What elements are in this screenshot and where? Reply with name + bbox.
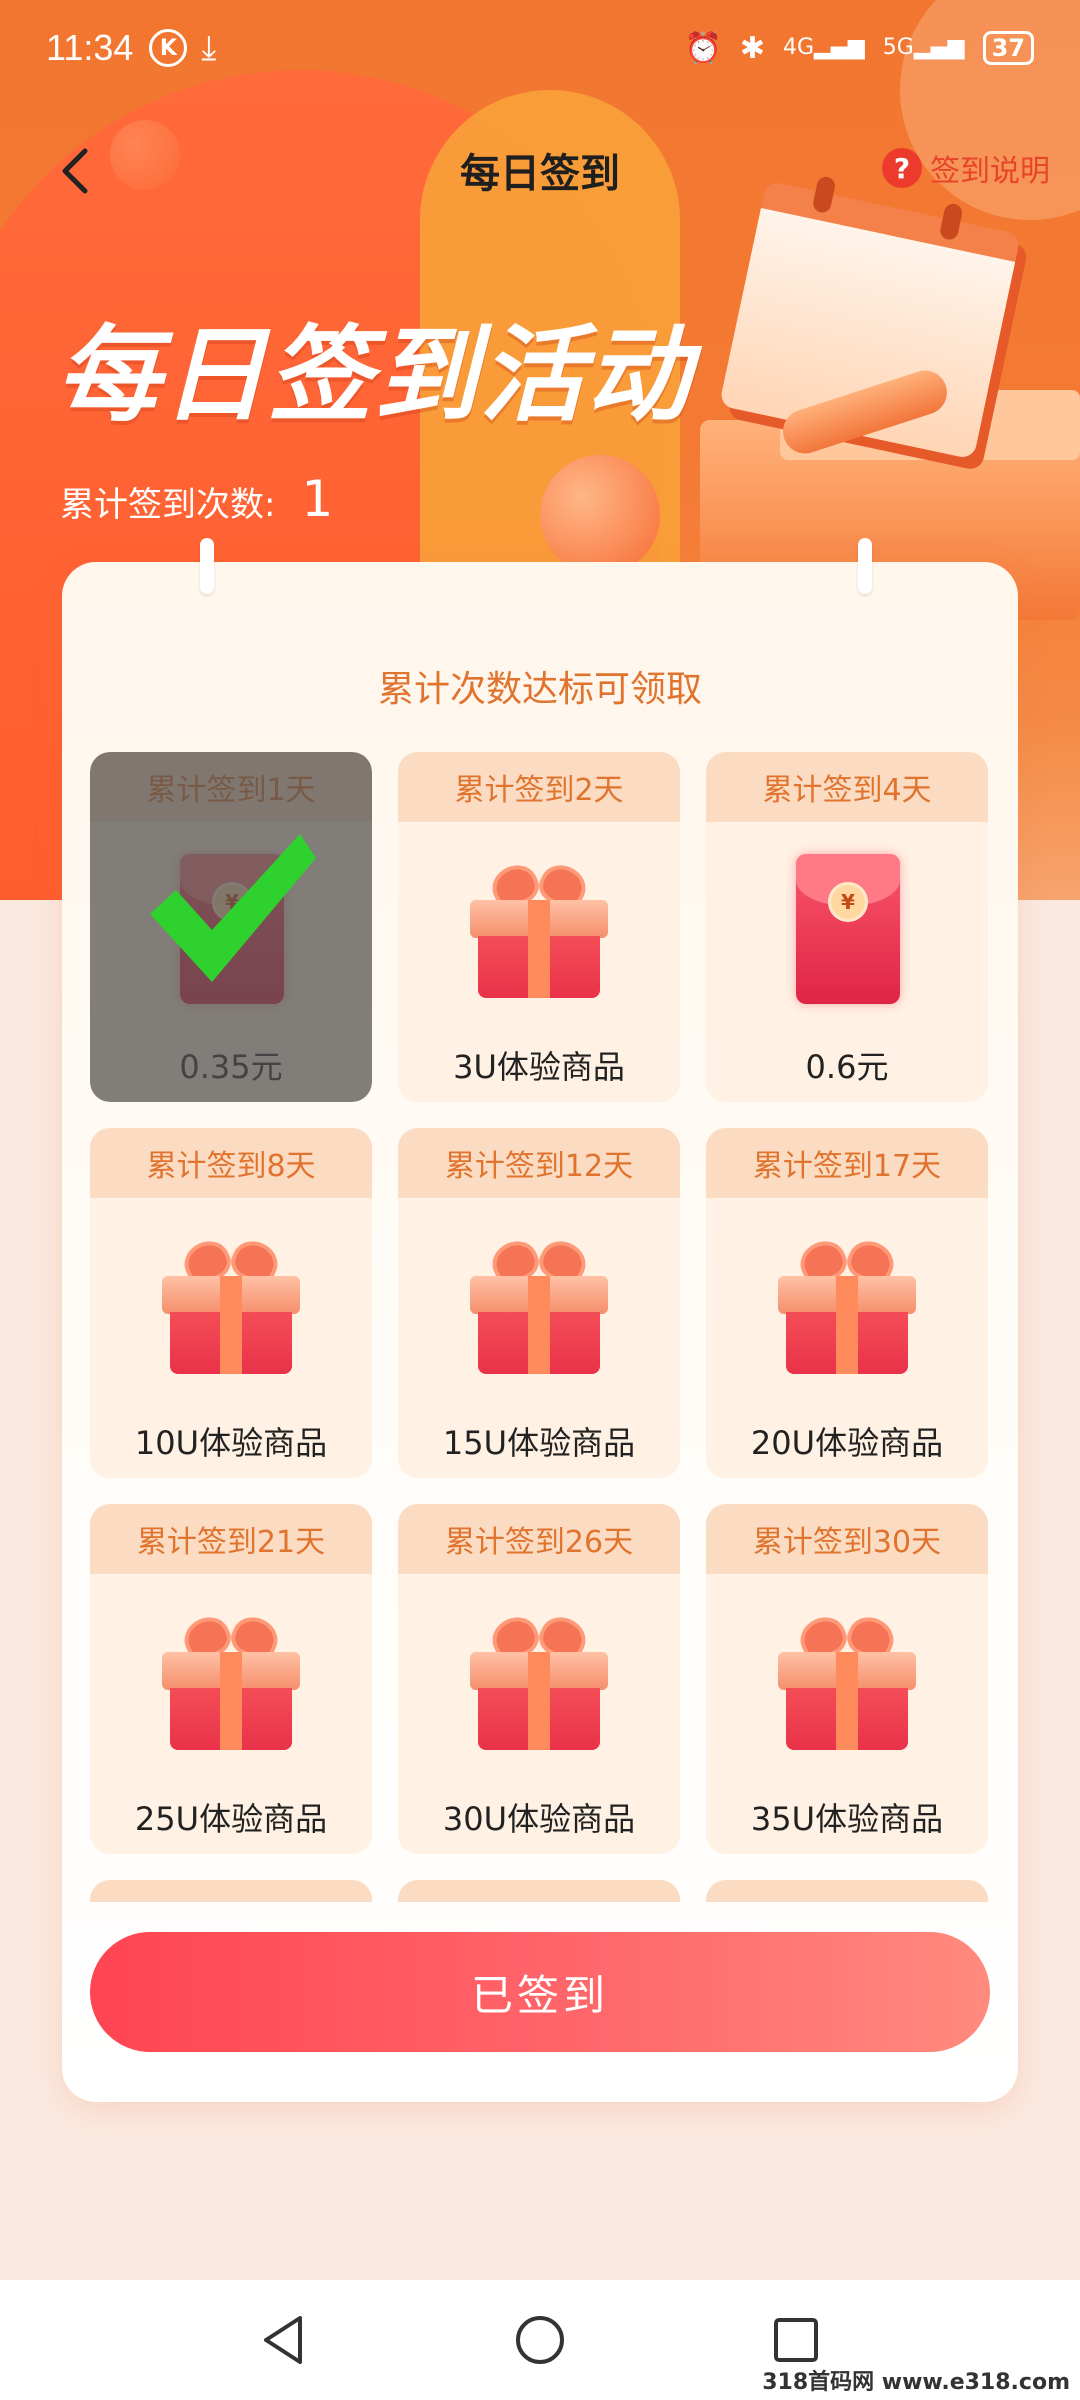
reward-day-label: 累计签到4天: [706, 752, 988, 822]
bluetooth-icon: ✱: [739, 30, 765, 66]
gift-box-icon: [772, 1224, 922, 1374]
rules-link[interactable]: ? 签到说明: [882, 146, 1050, 190]
rewards-grid: 累计签到1天¥0.35元累计签到2天3U体验商品累计签到4天¥0.6元累计签到8…: [90, 752, 990, 1902]
reward-tile[interactable]: 累计签到17天 20U体验商品: [706, 1128, 988, 1478]
total-checkin-count: 1: [301, 470, 334, 528]
reward-tile[interactable]: 累计签到1天¥0.35元: [90, 752, 372, 1102]
status-bar: 11:34 K ⤓ ⏰ ✱ 4G▂▄▆ 5G▂▄▆ 37: [0, 0, 1080, 96]
reward-tile[interactable]: 累计签到40天: [398, 1880, 680, 1902]
reward-day-label: 累计签到30天: [706, 1504, 988, 1574]
reward-label: 15U体验商品: [442, 1424, 636, 1462]
gift-box-icon: [156, 1600, 306, 1750]
status-time: 11:34: [46, 27, 134, 68]
status-right-group: ⏰ ✱ 4G▂▄▆ 5G▂▄▆ 37: [684, 31, 1034, 66]
back-button[interactable]: [40, 136, 110, 206]
reward-tile[interactable]: 累计签到50天: [706, 1880, 988, 1902]
gift-box-icon: [464, 1224, 614, 1374]
back-triangle-icon[interactable]: [256, 2312, 312, 2368]
reward-day-label: 累计签到8天: [90, 1128, 372, 1198]
hero-bubble-decoration: [540, 455, 660, 575]
reward-day-label: 累计签到26天: [398, 1504, 680, 1574]
card-pin: [200, 538, 214, 594]
watermark: 318首码网 www.e318.com: [762, 2364, 1070, 2396]
reward-label: 3U体验商品: [453, 1048, 625, 1086]
card-pin: [858, 538, 872, 594]
reward-day-label: 累计签到35天: [90, 1880, 372, 1902]
reward-day-label: 累计签到12天: [398, 1128, 680, 1198]
reward-tile[interactable]: 累计签到35天: [90, 1880, 372, 1902]
reward-label: 20U体验商品: [750, 1424, 944, 1462]
battery-icon: 37: [982, 31, 1034, 65]
checkmark-icon: [150, 834, 316, 982]
total-checkin-label: 累计签到次数:: [60, 485, 276, 525]
signal-4g-icon: 4G▂▄▆: [782, 35, 865, 60]
reward-label: 25U体验商品: [134, 1800, 328, 1838]
reward-tile[interactable]: 累计签到26天 30U体验商品: [398, 1504, 680, 1854]
signed-in-button[interactable]: 已签到: [90, 1932, 990, 2052]
card-subtitle: 累计次数达标可领取: [377, 669, 702, 710]
reward-body: ¥0.6元: [706, 822, 988, 1102]
reward-day-label: 累计签到17天: [706, 1128, 988, 1198]
reward-tile[interactable]: 累计签到30天 35U体验商品: [706, 1504, 988, 1854]
reward-label: 35U体验商品: [750, 1800, 944, 1838]
signal-5g-icon: 5G▂▄▆: [882, 35, 965, 60]
reward-tile[interactable]: 累计签到2天 3U体验商品: [398, 752, 680, 1102]
reward-tile[interactable]: 累计签到21天 25U体验商品: [90, 1504, 372, 1854]
reward-label: 0.6元: [805, 1048, 889, 1086]
reward-body: 15U体验商品: [398, 1198, 680, 1478]
red-envelope-icon: ¥: [796, 854, 900, 1004]
reward-tile[interactable]: 累计签到4天 ¥0.6元: [706, 752, 988, 1102]
download-icon: ⤓: [201, 28, 217, 68]
reward-tile[interactable]: 累计签到12天 15U体验商品: [398, 1128, 680, 1478]
reward-day-label: 累计签到21天: [90, 1504, 372, 1574]
rules-link-label: 签到说明: [930, 154, 1050, 189]
reward-body: 25U体验商品: [90, 1574, 372, 1854]
reward-body: 35U体验商品: [706, 1574, 988, 1854]
page-title: 每日签到: [460, 151, 620, 197]
reward-day-label: 累计签到40天: [398, 1880, 680, 1902]
reward-label: 10U体验商品: [134, 1424, 328, 1462]
reward-body: 10U体验商品: [90, 1198, 372, 1478]
k-badge-icon: K: [149, 29, 188, 67]
reward-body: 30U体验商品: [398, 1574, 680, 1854]
rewards-card: 累计次数达标可领取 累计签到1天¥0.35元累计签到2天 3U体验商品 累计签到4天…: [62, 538, 1018, 2102]
reward-body: 20U体验商品: [706, 1198, 988, 1478]
hero-title: 每日签到活动: [56, 314, 693, 436]
gift-box-icon: [772, 1600, 922, 1750]
nav-bar: 每日签到 ? 签到说明: [0, 110, 1080, 230]
recents-square-icon[interactable]: [768, 2312, 824, 2368]
rewards-grid-viewport[interactable]: 累计签到1天¥0.35元累计签到2天3U体验商品累计签到4天¥0.6元累计签到8…: [90, 752, 990, 1902]
reward-body: 3U体验商品: [398, 822, 680, 1102]
gift-box-icon: [464, 1600, 614, 1750]
home-circle-icon[interactable]: [512, 2312, 568, 2368]
total-checkin-row: 累计签到次数: 1: [60, 470, 333, 528]
gift-box-icon: [464, 848, 614, 998]
gift-box-icon: [156, 1224, 306, 1374]
reward-day-label: 累计签到2天: [398, 752, 680, 822]
question-icon: ?: [882, 148, 922, 188]
alarm-icon: ⏰: [684, 30, 722, 66]
reward-day-label: 累计签到50天: [706, 1880, 988, 1902]
chevron-left-icon: [62, 148, 88, 194]
reward-label: 30U体验商品: [442, 1800, 636, 1838]
reward-tile[interactable]: 累计签到8天 10U体验商品: [90, 1128, 372, 1478]
